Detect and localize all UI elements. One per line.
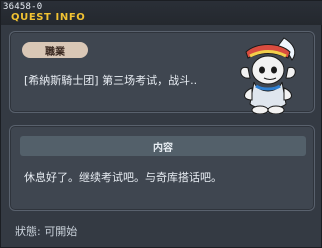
quest-content-panel: 内容 休息好了。继续考试吧。与奇库搭话吧。 (9, 125, 315, 211)
quest-info-window: 36458-0 QUEST INFO 職業 [希納斯騎士团] 第三场考试，战斗.… (0, 0, 322, 248)
quest-id: 36458-0 (3, 2, 43, 12)
window-header: 36458-0 QUEST INFO (1, 1, 322, 25)
quest-name: [希納斯騎士团] 第三场考试，战斗.. (24, 74, 198, 87)
content-text: 休息好了。继续考试吧。与奇库搭话吧。 (24, 171, 222, 184)
job-label: 職業 (22, 42, 88, 58)
content-header: 内容 (20, 136, 306, 156)
window-title: QUEST INFO (11, 12, 86, 23)
knight-mascot-icon (228, 34, 308, 115)
quest-summary-panel: 職業 [希納斯騎士团] 第三场考试，战斗.. (9, 31, 315, 115)
quest-status: 狀態: 可開始 (15, 225, 78, 238)
